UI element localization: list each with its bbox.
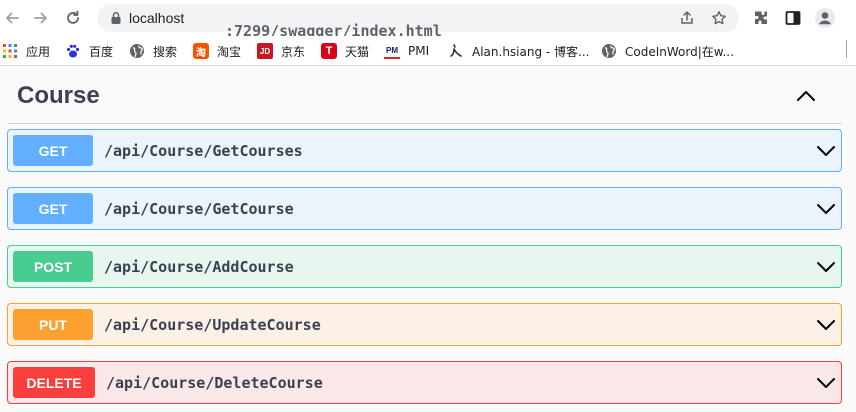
bookmark-jd[interactable]: JD 京东 xyxy=(257,42,305,60)
bookmark-tmall[interactable]: T 天猫 xyxy=(321,42,369,60)
profile-avatar-icon[interactable] xyxy=(814,7,836,29)
chevron-down-icon[interactable] xyxy=(816,376,836,390)
bookmark-apps[interactable]: 应用 xyxy=(2,42,50,60)
tag-section-header[interactable]: Course xyxy=(8,67,842,124)
operation-put-update-course[interactable]: PUT /api/Course/UpdateCourse xyxy=(7,303,842,346)
browser-toolbar: localhost:7299/swagger/index.html xyxy=(0,0,856,40)
operation-path: /api/Course/UpdateCourse xyxy=(104,316,321,334)
bookmark-taobao[interactable]: 淘 淘宝 xyxy=(193,42,241,60)
operation-path: /api/Course/AddCourse xyxy=(104,258,294,276)
side-panel-icon[interactable] xyxy=(784,9,802,27)
operation-delete-course[interactable]: DELETE /api/Course/DeleteCourse xyxy=(7,361,842,404)
swagger-content: Course GET /api/Course/GetCourses GET /a… xyxy=(0,67,856,412)
method-badge: PUT xyxy=(13,309,93,340)
bookmark-label: PMI xyxy=(408,44,430,58)
bookmark-baidu[interactable]: 百度 xyxy=(65,42,113,60)
method-badge: GET xyxy=(13,135,93,166)
cnblogs-icon xyxy=(448,43,464,59)
share-icon[interactable] xyxy=(679,10,695,26)
chevron-down-icon[interactable] xyxy=(816,202,836,216)
globe-icon xyxy=(129,43,145,59)
bookmark-star-icon[interactable] xyxy=(711,10,727,26)
bookmark-label: 应用 xyxy=(26,44,51,59)
address-bar[interactable]: localhost:7299/swagger/index.html xyxy=(97,4,739,40)
pmi-icon: PM xyxy=(384,43,400,59)
url-text: localhost:7299/swagger/index.html xyxy=(129,10,442,40)
reload-button[interactable] xyxy=(62,7,84,29)
operation-path: /api/Course/GetCourse xyxy=(104,200,294,218)
operation-post-add-course[interactable]: POST /api/Course/AddCourse xyxy=(7,245,842,288)
tag-title: Course xyxy=(17,82,100,109)
baidu-paw-icon xyxy=(65,43,81,59)
chevron-down-icon[interactable] xyxy=(816,144,836,158)
lock-icon xyxy=(111,11,121,24)
operation-get-courses[interactable]: GET /api/Course/GetCourses xyxy=(7,129,842,172)
bookmark-label: 淘宝 xyxy=(217,44,242,59)
bookmark-label: Alan.hsiang - 博客... xyxy=(472,44,590,59)
forward-button[interactable] xyxy=(30,7,52,29)
back-arrow-icon xyxy=(6,12,19,24)
bookmark-alan-hsiang[interactable]: Alan.hsiang - 博客... xyxy=(448,42,590,60)
reload-icon xyxy=(67,10,79,24)
operation-get-course[interactable]: GET /api/Course/GetCourse xyxy=(7,187,842,230)
back-button[interactable] xyxy=(1,7,23,29)
operation-path: /api/Course/DeleteCourse xyxy=(106,374,323,392)
bookmarks-bar: 应用 百度 搜索 淘 淘宝 JD 京东 T 天猫 PM PMI Alan.hsi… xyxy=(0,36,856,66)
bookmark-label: CodeInWord|在w... xyxy=(625,44,734,59)
apps-grid-icon xyxy=(2,43,18,59)
bookmark-label: 百度 xyxy=(89,44,114,59)
url-host: localhost xyxy=(129,10,185,26)
operation-path: /api/Course/GetCourses xyxy=(104,142,303,160)
bookmark-search[interactable]: 搜索 xyxy=(129,42,177,60)
bookmark-pmi[interactable]: PM PMI xyxy=(384,42,429,60)
chevron-down-icon[interactable] xyxy=(816,260,836,274)
forward-arrow-icon xyxy=(34,12,47,24)
chevron-up-icon[interactable] xyxy=(794,87,818,105)
bookmark-codeinword[interactable]: CodeInWord|在w... xyxy=(601,42,734,60)
chevron-down-icon[interactable] xyxy=(816,318,836,332)
jd-icon: JD xyxy=(257,43,273,59)
taobao-icon: 淘 xyxy=(193,43,209,59)
extensions-puzzle-icon[interactable] xyxy=(752,9,770,27)
bookmark-label: 京东 xyxy=(281,44,306,59)
method-badge: GET xyxy=(13,193,93,224)
bookmark-label: 天猫 xyxy=(345,44,370,59)
bookmarks-overflow-divider xyxy=(846,40,849,58)
method-badge: DELETE xyxy=(13,367,95,398)
method-badge: POST xyxy=(13,251,93,282)
tmall-icon: T xyxy=(321,43,337,59)
globe-icon xyxy=(601,43,617,59)
bookmark-label: 搜索 xyxy=(153,44,178,59)
